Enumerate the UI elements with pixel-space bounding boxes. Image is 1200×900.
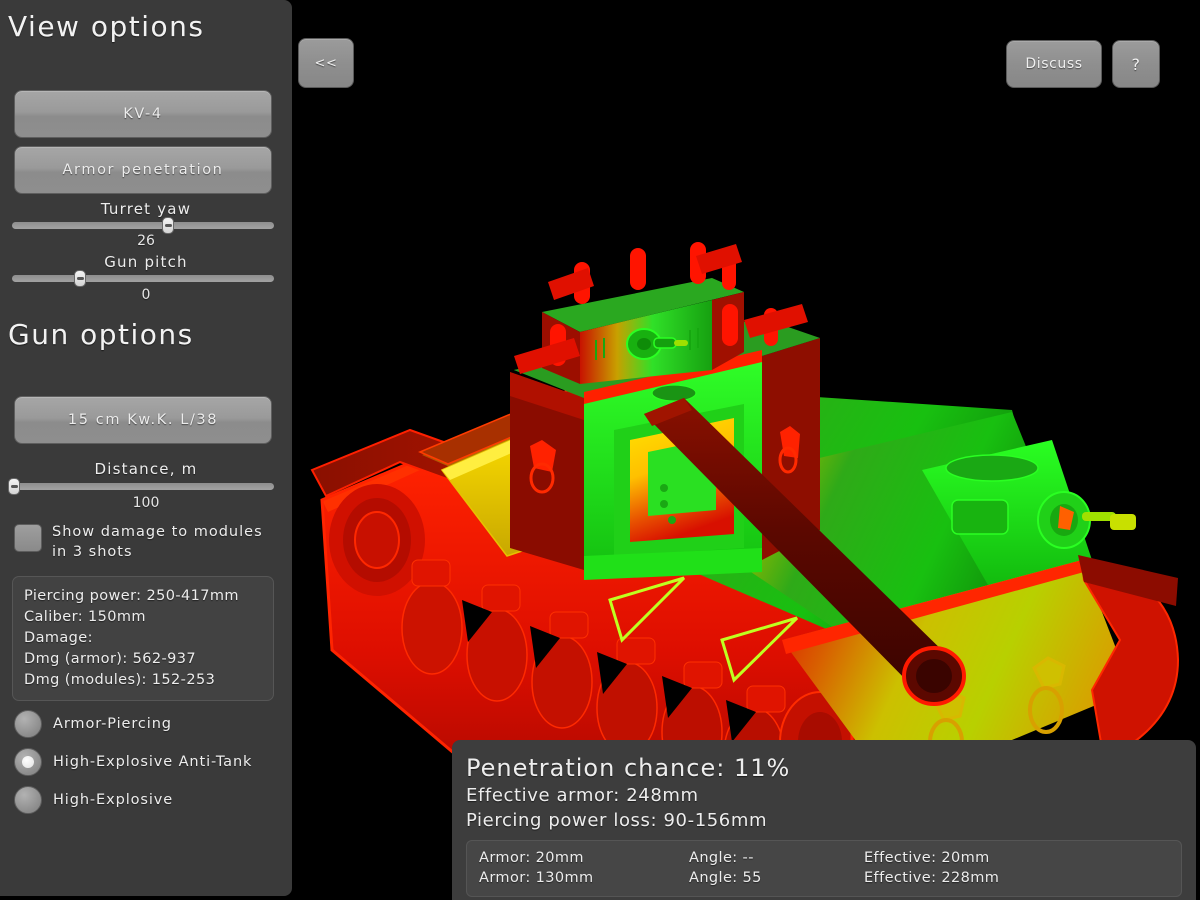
gun-options-title: Gun options <box>8 318 194 351</box>
stat-damage-heading: Damage: <box>24 630 93 646</box>
turret-yaw-slider-thumb[interactable] <box>162 217 174 234</box>
stat-damage-armor: Dmg (armor): 562-937 <box>24 651 197 667</box>
table-row: Armor: 20mm Angle: -- Effective: 20mm <box>479 848 1169 868</box>
armor-value-2: Armor: 130mm <box>479 870 594 886</box>
distance-slider-thumb[interactable] <box>8 478 20 495</box>
gun-pitch-slider-thumb[interactable] <box>74 270 86 287</box>
discuss-button[interactable]: Discuss <box>1006 40 1102 88</box>
view-mode-button[interactable]: Armor penetration <box>14 146 272 194</box>
gun-stats-box: Piercing power: 250-417mm Caliber: 150mm… <box>12 576 274 701</box>
help-button[interactable]: ? <box>1112 40 1160 88</box>
radio-icon-heat-selected[interactable] <box>14 748 42 776</box>
armor-value-1: Armor: 20mm <box>479 850 584 866</box>
effective-value-1: Effective: 20mm <box>864 850 990 866</box>
tank-cupola <box>542 242 744 384</box>
shell-type-option-he[interactable]: High-Explosive <box>14 781 284 819</box>
shell-type-label-ap: Armor-Piercing <box>53 716 172 732</box>
tank-mg-port <box>1037 491 1136 549</box>
gun-select-button[interactable]: 15 cm Kw.K. L/38 <box>14 396 272 444</box>
radio-icon-he[interactable] <box>14 786 42 814</box>
table-row: Armor: 130mm Angle: 55 Effective: 228mm <box>479 868 1169 888</box>
penetration-info-panel: Penetration chance: 11% Effective armor:… <box>452 740 1196 900</box>
shell-type-option-ap[interactable]: Armor-Piercing <box>14 705 284 743</box>
stat-piercing-power: Piercing power: 250-417mm <box>24 588 239 604</box>
distance-slider[interactable] <box>8 478 274 495</box>
radio-icon-ap[interactable] <box>14 710 42 738</box>
distance-value: 100 <box>132 495 160 511</box>
piercing-power-loss-text: Piercing power loss: 90-156mm <box>466 810 768 831</box>
stat-caliber: Caliber: 150mm <box>24 609 146 625</box>
shell-type-option-heat[interactable]: High-Explosive Anti-Tank <box>14 743 284 781</box>
shell-type-label-he: High-Explosive <box>53 792 174 808</box>
shell-type-label-heat: High-Explosive Anti-Tank <box>53 754 253 770</box>
tank-select-button[interactable]: KV-4 <box>14 90 272 138</box>
show-damage-checkbox[interactable] <box>14 524 42 552</box>
stat-damage-modules: Dmg (modules): 152-253 <box>24 672 216 688</box>
show-damage-checkbox-label: Show damage to modules in 3 shots <box>52 524 263 560</box>
angle-value-1: Angle: -- <box>689 850 754 866</box>
armor-layers-table: Armor: 20mm Angle: -- Effective: 20mm Ar… <box>466 840 1182 897</box>
show-damage-checkbox-row[interactable]: Show damage to modules in 3 shots <box>14 522 278 562</box>
penetration-chance-text: Penetration chance: 11% <box>466 754 791 782</box>
effective-armor-text: Effective armor: 248mm <box>466 785 699 806</box>
turret-yaw-label: Turret yaw <box>100 200 192 218</box>
shell-type-radio-group: Armor-Piercing High-Explosive Anti-Tank … <box>14 705 284 819</box>
distance-label: Distance, m <box>94 460 198 478</box>
view-options-title: View options <box>8 10 205 43</box>
effective-value-2: Effective: 228mm <box>864 870 1000 886</box>
options-sidebar: View options KV-4 Armor penetration Turr… <box>0 0 292 896</box>
turret-yaw-slider[interactable] <box>12 217 274 234</box>
gun-pitch-value: 0 <box>141 287 151 303</box>
gun-pitch-label: Gun pitch <box>104 253 188 271</box>
app-root: << Discuss ? View options KV-4 Armor pen… <box>0 0 1200 900</box>
gun-pitch-slider[interactable] <box>12 270 274 287</box>
back-button[interactable]: << <box>298 38 354 88</box>
turret-yaw-value: 26 <box>137 233 155 249</box>
angle-value-2: Angle: 55 <box>689 870 762 886</box>
